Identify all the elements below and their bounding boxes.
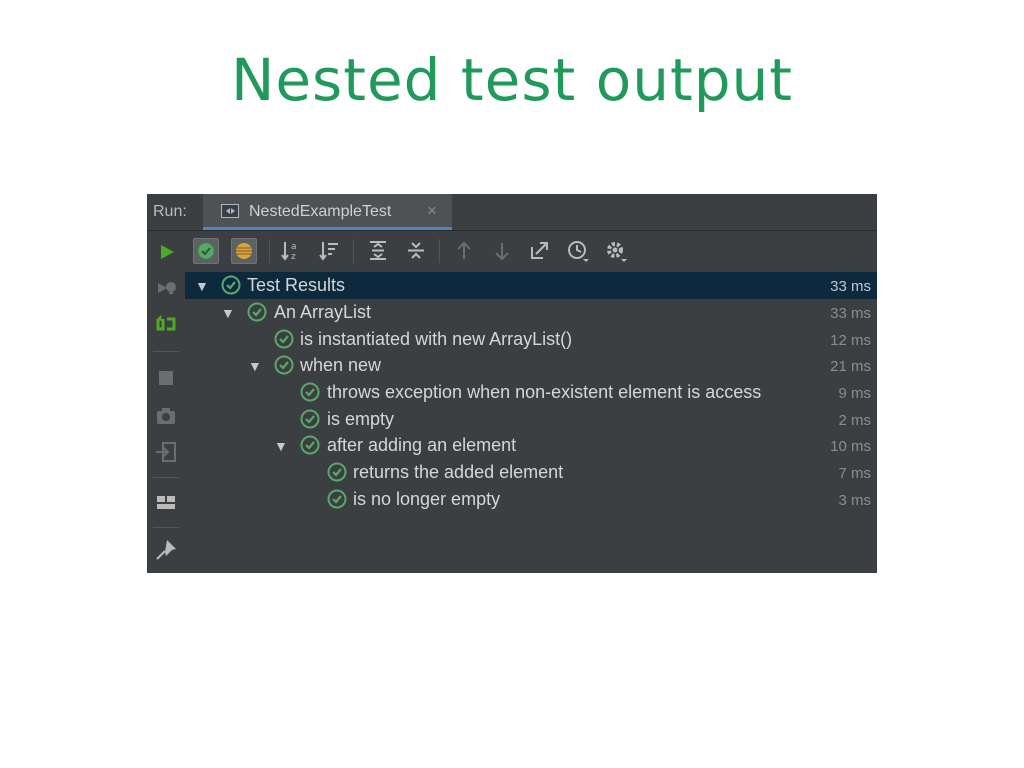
tree-row-label: Test Results (247, 275, 346, 295)
test-passed-icon (300, 435, 320, 455)
toolbar-divider (153, 351, 179, 352)
show-passed-icon[interactable] (193, 238, 219, 264)
test-passed-icon (327, 489, 347, 509)
left-toolbar (147, 231, 186, 573)
tree-row-label: is instantiated with new ArrayList() (300, 329, 573, 349)
expand-arrow-icon[interactable]: ▼ (195, 278, 209, 294)
next-failed-icon[interactable] (489, 238, 515, 264)
collapse-all-icon[interactable] (403, 238, 429, 264)
pin-icon[interactable] (153, 537, 179, 563)
show-ignored-icon[interactable] (231, 238, 257, 264)
top-toolbar: az (185, 231, 877, 271)
test-passed-icon (274, 355, 294, 375)
run-tool-window: Run: NestedExampleTest × a z ▼ Test Resu… (147, 194, 877, 573)
slide-title: Nested test output (230, 46, 794, 114)
toolbar-divider (153, 527, 179, 528)
tree-row-duration: 12 ms (826, 332, 871, 349)
tree-row-label: returns the added element (353, 462, 564, 482)
tree-row-duration: 3 ms (834, 492, 871, 509)
tree-row-label: after adding an element (327, 435, 517, 455)
tree-row-throws-exception[interactable]: throws exception when non-existent eleme… (185, 379, 877, 406)
settings-icon[interactable] (603, 238, 629, 264)
toolbar-divider (153, 477, 179, 478)
screenshot-icon[interactable] (153, 403, 179, 429)
run-header-bar: Run: NestedExampleTest × (147, 194, 877, 231)
tree-row-duration: 21 ms (826, 358, 871, 375)
tab-label: NestedExampleTest (249, 203, 392, 220)
sort-alphabetically-icon[interactable]: az (279, 238, 305, 264)
history-icon[interactable] (565, 238, 591, 264)
tree-row-duration: 10 ms (826, 438, 871, 455)
test-config-icon (221, 204, 239, 218)
test-passed-icon (247, 302, 267, 322)
layout-icon[interactable] (153, 489, 179, 515)
tree-row-is-empty[interactable]: is empty 2 ms (185, 406, 877, 433)
close-icon[interactable]: × (427, 201, 437, 221)
tree-row-label: throws exception when non-existent eleme… (327, 382, 762, 402)
test-passed-icon (274, 329, 294, 349)
test-passed-icon (300, 382, 320, 402)
expand-all-icon[interactable] (365, 238, 391, 264)
tree-row-duration: 9 ms (834, 385, 871, 402)
test-passed-icon (221, 275, 241, 295)
test-passed-icon (300, 409, 320, 429)
rerun-failed-icon[interactable] (153, 275, 179, 301)
expand-arrow-icon[interactable]: ▼ (274, 438, 288, 454)
run-label: Run: (153, 203, 187, 220)
expand-arrow-icon[interactable]: ▼ (221, 305, 235, 321)
exit-icon[interactable] (153, 439, 179, 465)
toolbar-divider (439, 239, 440, 263)
tree-row-label: when new (300, 355, 382, 375)
toolbar-divider (269, 239, 270, 263)
tree-row-label: An ArrayList (274, 302, 372, 322)
toggle-auto-test-icon[interactable] (153, 311, 179, 337)
test-results-tree: ▼ Test Results 33 ms ▼ An ArrayList 33 m… (185, 271, 877, 573)
stop-icon[interactable] (153, 365, 179, 391)
tree-row-returns-added[interactable]: returns the added element 7 ms (185, 459, 877, 486)
tree-row-duration: 33 ms (826, 305, 871, 322)
tree-row-label: is empty (327, 409, 395, 429)
tree-row-duration: 2 ms (834, 412, 871, 429)
previous-failed-icon[interactable] (451, 238, 477, 264)
tree-row-no-longer-empty[interactable]: is no longer empty 3 ms (185, 486, 877, 513)
tree-row-test-results[interactable]: ▼ Test Results 33 ms (185, 272, 877, 299)
tree-row-is-instantiated[interactable]: is instantiated with new ArrayList() 12 … (185, 326, 877, 353)
svg-text:a: a (291, 242, 297, 252)
svg-text:z: z (291, 252, 296, 262)
export-icon[interactable] (527, 238, 553, 264)
tree-row-after-adding[interactable]: ▼ after adding an element 10 ms (185, 432, 877, 459)
tab-nested-example-test[interactable]: NestedExampleTest × (203, 194, 452, 230)
tree-row-label: is no longer empty (353, 489, 501, 509)
tree-row-when-new[interactable]: ▼ when new 21 ms (185, 352, 877, 379)
tree-row-duration: 33 ms (826, 278, 871, 295)
sort-by-duration-icon[interactable] (317, 238, 343, 264)
tree-row-an-arraylist[interactable]: ▼ An ArrayList 33 ms (185, 299, 877, 326)
expand-arrow-icon[interactable]: ▼ (248, 358, 262, 374)
toolbar-divider (353, 239, 354, 263)
rerun-icon[interactable] (153, 239, 179, 265)
test-passed-icon (327, 462, 347, 482)
tree-row-duration: 7 ms (834, 465, 871, 482)
